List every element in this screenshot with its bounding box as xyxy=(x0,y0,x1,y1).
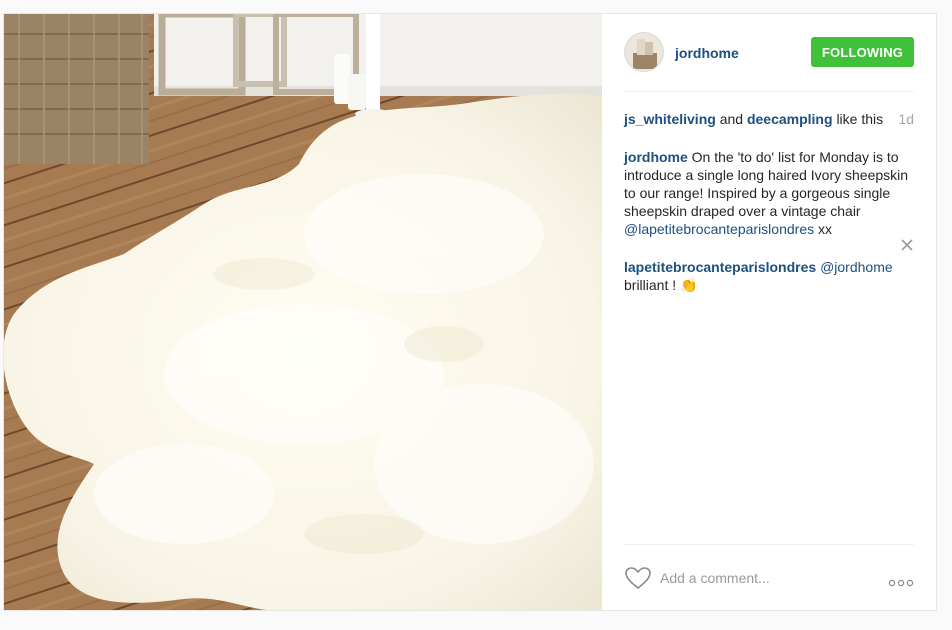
post-card: jordhome FOLLOWING js_whiteliving and de… xyxy=(3,13,937,611)
caption: jordhome On the 'to do' list for Monday … xyxy=(624,148,914,238)
post-author-username[interactable]: jordhome xyxy=(675,45,739,61)
more-options-icon[interactable] xyxy=(888,574,914,592)
comment-item: lapetitebrocanteparislondres @jordhome b… xyxy=(624,239,914,294)
liker-username[interactable]: js_whiteliving xyxy=(624,111,716,127)
divider xyxy=(624,91,914,92)
likes-and-text: and xyxy=(719,111,744,127)
divider xyxy=(624,544,914,545)
caption-suffix: xx xyxy=(818,221,832,237)
post-photo[interactable] xyxy=(4,14,602,610)
add-comment-input[interactable] xyxy=(660,568,870,588)
post-age: 1d xyxy=(898,111,914,127)
following-button[interactable]: FOLLOWING xyxy=(811,37,914,67)
caption-mention[interactable]: @lapetitebrocanteparislondres xyxy=(624,221,814,237)
heart-icon[interactable] xyxy=(624,566,652,595)
post-sidebar: jordhome FOLLOWING js_whiteliving and de… xyxy=(602,14,936,610)
post-header: jordhome FOLLOWING xyxy=(624,32,914,74)
avatar[interactable] xyxy=(624,32,664,72)
comment-text: brilliant ! xyxy=(624,277,677,293)
sheepskin-rug-photo xyxy=(4,14,602,610)
avatar-image-icon xyxy=(625,33,663,71)
likes-line: js_whiteliving and deecampling like this… xyxy=(624,110,914,128)
liker-username[interactable]: deecampling xyxy=(747,111,833,127)
comment-mention[interactable]: @jordhome xyxy=(820,259,893,275)
likes-suffix-text: like this xyxy=(836,111,884,127)
comment-username[interactable]: lapetitebrocanteparislondres xyxy=(624,259,816,275)
caption-username[interactable]: jordhome xyxy=(624,149,688,165)
delete-comment-icon[interactable] xyxy=(900,238,914,252)
post-footer xyxy=(624,564,914,594)
comments-list: js_whiteliving and deecampling like this… xyxy=(624,110,914,294)
clapping-hands-icon: 👏 xyxy=(680,277,698,293)
